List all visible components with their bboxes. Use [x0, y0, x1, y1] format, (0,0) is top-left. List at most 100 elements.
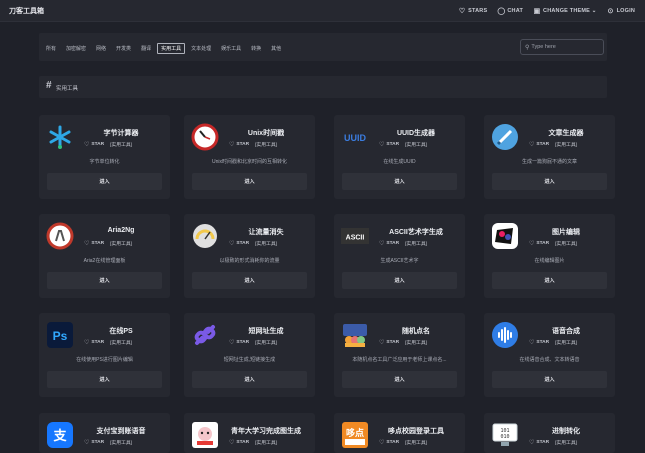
tool-card[interactable]: 字节计算器 ♡ STAR [实用工具] 字节单位转化 进入	[39, 115, 170, 199]
tool-card[interactable]: 语音合成 ♡ STAR [实用工具] 在线语音合成、文本转语音 进入	[484, 313, 615, 397]
star-button[interactable]: STAR	[236, 241, 249, 246]
heart-icon[interactable]: ♡	[84, 439, 89, 446]
enter-button[interactable]: 进入	[192, 371, 307, 388]
star-button[interactable]: STAR	[536, 440, 549, 445]
tab-4[interactable]: 翻译	[141, 45, 151, 52]
tool-card[interactable]: Ps 在线PS ♡ STAR [实用工具] 在线使用PS进行图片编辑 进入	[39, 313, 170, 397]
star-button[interactable]: STAR	[91, 142, 104, 147]
tab-6[interactable]: 文本处理	[191, 45, 211, 52]
enter-button[interactable]: 进入	[342, 173, 457, 190]
star-button[interactable]: STAR	[536, 142, 549, 147]
tool-tag: [实用工具]	[405, 341, 427, 346]
heart-icon[interactable]: ♡	[229, 339, 234, 346]
clock-icon	[191, 123, 219, 151]
tool-card[interactable]: 青年大学习完成图生成 ♡ STAR [实用工具]	[184, 413, 315, 453]
tab-0[interactable]: 所有	[46, 45, 56, 52]
star-button[interactable]: STAR	[91, 340, 104, 345]
enter-button[interactable]: 进入	[342, 371, 457, 388]
star-button[interactable]: STAR	[386, 241, 399, 246]
heart-icon[interactable]: ♡	[379, 439, 384, 446]
tool-title: 语音合成	[552, 328, 580, 335]
star-button[interactable]: STAR	[386, 142, 399, 147]
enter-button[interactable]: 进入	[192, 173, 307, 190]
tab-2[interactable]: 网络	[96, 45, 106, 52]
tool-desc: 在线语音合成、文本转语音	[519, 357, 580, 363]
heart-icon[interactable]: ♡	[379, 339, 384, 346]
star-button[interactable]: STAR	[536, 340, 549, 345]
heart-icon[interactable]: ♡	[84, 339, 89, 346]
brand-logo[interactable]: 刀客工具箱	[9, 6, 44, 16]
enter-button[interactable]: 进入	[47, 173, 162, 190]
tab-3[interactable]: 开发类	[116, 45, 131, 52]
tool-tag: [实用工具]	[255, 441, 277, 446]
svg-text:Ps: Ps	[53, 329, 68, 343]
tool-card[interactable]: 文章生成器 ♡ STAR [实用工具] 生成一篇狗屁不通的文章 进入	[484, 115, 615, 199]
nav-chat[interactable]: ◯ CHAT	[497, 7, 523, 15]
tool-title: ASCII艺术字生成	[389, 229, 443, 236]
tab-5[interactable]: 实用工具	[157, 43, 186, 54]
tool-meta: ♡ STAR [实用工具]	[379, 141, 427, 148]
heart-icon[interactable]: ♡	[529, 439, 534, 446]
nav-login[interactable]: ⊙ LOGIN	[607, 7, 635, 15]
tool-card[interactable]: 让流量消失 ♡ STAR [实用工具] 以极致的形式消耗你的流量 进入	[184, 214, 315, 298]
heart-icon[interactable]: ♡	[84, 141, 89, 148]
top-nav: ♡ STARS ◯ CHAT ▣ CHANGE THEME ⌄ ⊙ LOGIN	[458, 0, 645, 22]
tool-title: 在线PS	[109, 328, 133, 335]
tool-title: 支付宝到账语音	[96, 428, 146, 435]
tool-meta: ♡ STAR [实用工具]	[379, 339, 427, 346]
hash-icon: #	[46, 80, 52, 91]
enter-button[interactable]: 进入	[192, 272, 307, 289]
enter-button[interactable]: 进入	[492, 173, 607, 190]
tool-card[interactable]: 哆点 哆点校园登录工具 ♡ STAR [实用工具]	[334, 413, 465, 453]
tool-meta: ♡ STAR [实用工具]	[229, 141, 277, 148]
enter-button[interactable]: 进入	[47, 371, 162, 388]
heart-icon[interactable]: ♡	[379, 141, 384, 148]
tool-card[interactable]: Unix时间戳 ♡ STAR [实用工具] Unix时间戳和北京时间的互相转化 进入	[184, 115, 315, 199]
top-bar: 刀客工具箱 ♡ STARS ◯ CHAT ▣ CHANGE THEME ⌄ ⊙ LOGI…	[0, 0, 645, 22]
tool-card[interactable]: ASCII ASCII艺术字生成 ♡ STAR [实用工具] 生成ASCII艺术字 进入	[334, 214, 465, 298]
enter-button[interactable]: 进入	[342, 272, 457, 289]
heart-icon[interactable]: ♡	[229, 439, 234, 446]
heart-icon[interactable]: ♡	[84, 240, 89, 247]
heart-icon[interactable]: ♡	[529, 141, 534, 148]
star-button[interactable]: STAR	[536, 241, 549, 246]
star-button[interactable]: STAR	[91, 241, 104, 246]
enter-button[interactable]: 进入	[492, 371, 607, 388]
tool-card[interactable]: 支 支付宝到账语音 ♡ STAR [实用工具]	[39, 413, 170, 453]
star-button[interactable]: STAR	[236, 142, 249, 147]
tool-desc: 生成一篇狗屁不通的文章	[521, 159, 577, 165]
enter-button[interactable]: 进入	[492, 272, 607, 289]
tool-title: Unix时间戳	[247, 130, 285, 137]
tool-card[interactable]: 图片编辑 ♡ STAR [实用工具] 在线编辑图片 进入	[484, 214, 615, 298]
tab-9[interactable]: 其他	[271, 45, 281, 52]
search-box[interactable]: ⚲	[520, 39, 604, 55]
star-button[interactable]: STAR	[91, 440, 104, 445]
star-button[interactable]: STAR	[386, 440, 399, 445]
tool-card[interactable]: 101 010 进制转化 ♡ STAR [实用工具]	[484, 413, 615, 453]
tool-desc: 在线使用PS进行图片编辑	[76, 357, 133, 363]
heart-icon[interactable]: ♡	[229, 141, 234, 148]
tool-card[interactable]: Aria2Ng ♡ STAR [实用工具] Aria2在线管理面板 进入	[39, 214, 170, 298]
nav-stars[interactable]: ♡ STARS	[458, 7, 487, 15]
enter-button[interactable]: 进入	[47, 272, 162, 289]
nav-change-theme[interactable]: ▣ CHANGE THEME ⌄	[533, 7, 597, 15]
tab-8[interactable]: 转换	[251, 45, 261, 52]
tool-card[interactable]: 随机点名 ♡ STAR [实用工具] 本随机点名工具广泛应用于老师上课点名... 进入	[334, 313, 465, 397]
star-button[interactable]: STAR	[236, 440, 249, 445]
tool-card[interactable]: 短网址生成 ♡ STAR [实用工具] 短网址生成,短链接生成 进入	[184, 313, 315, 397]
search-input[interactable]	[531, 44, 602, 50]
tool-card[interactable]: UUID UUID生成器 ♡ STAR [实用工具] 在线生成UUID 进入	[334, 115, 465, 199]
tool-meta: ♡ STAR [实用工具]	[84, 439, 132, 446]
heart-icon[interactable]: ♡	[379, 240, 384, 247]
heart-icon[interactable]: ♡	[529, 240, 534, 247]
tab-7[interactable]: 娱乐工具	[221, 45, 241, 52]
tool-desc: 在线生成UUID	[383, 159, 416, 165]
star-button[interactable]: STAR	[386, 340, 399, 345]
tool-tag: [实用工具]	[255, 341, 277, 346]
heart-icon[interactable]: ♡	[529, 339, 534, 346]
tool-desc: 在线编辑图片	[534, 258, 565, 264]
tool-title: 进制转化	[552, 428, 580, 435]
star-button[interactable]: STAR	[236, 340, 249, 345]
heart-icon[interactable]: ♡	[229, 240, 234, 247]
tab-1[interactable]: 加密解密	[66, 45, 86, 52]
